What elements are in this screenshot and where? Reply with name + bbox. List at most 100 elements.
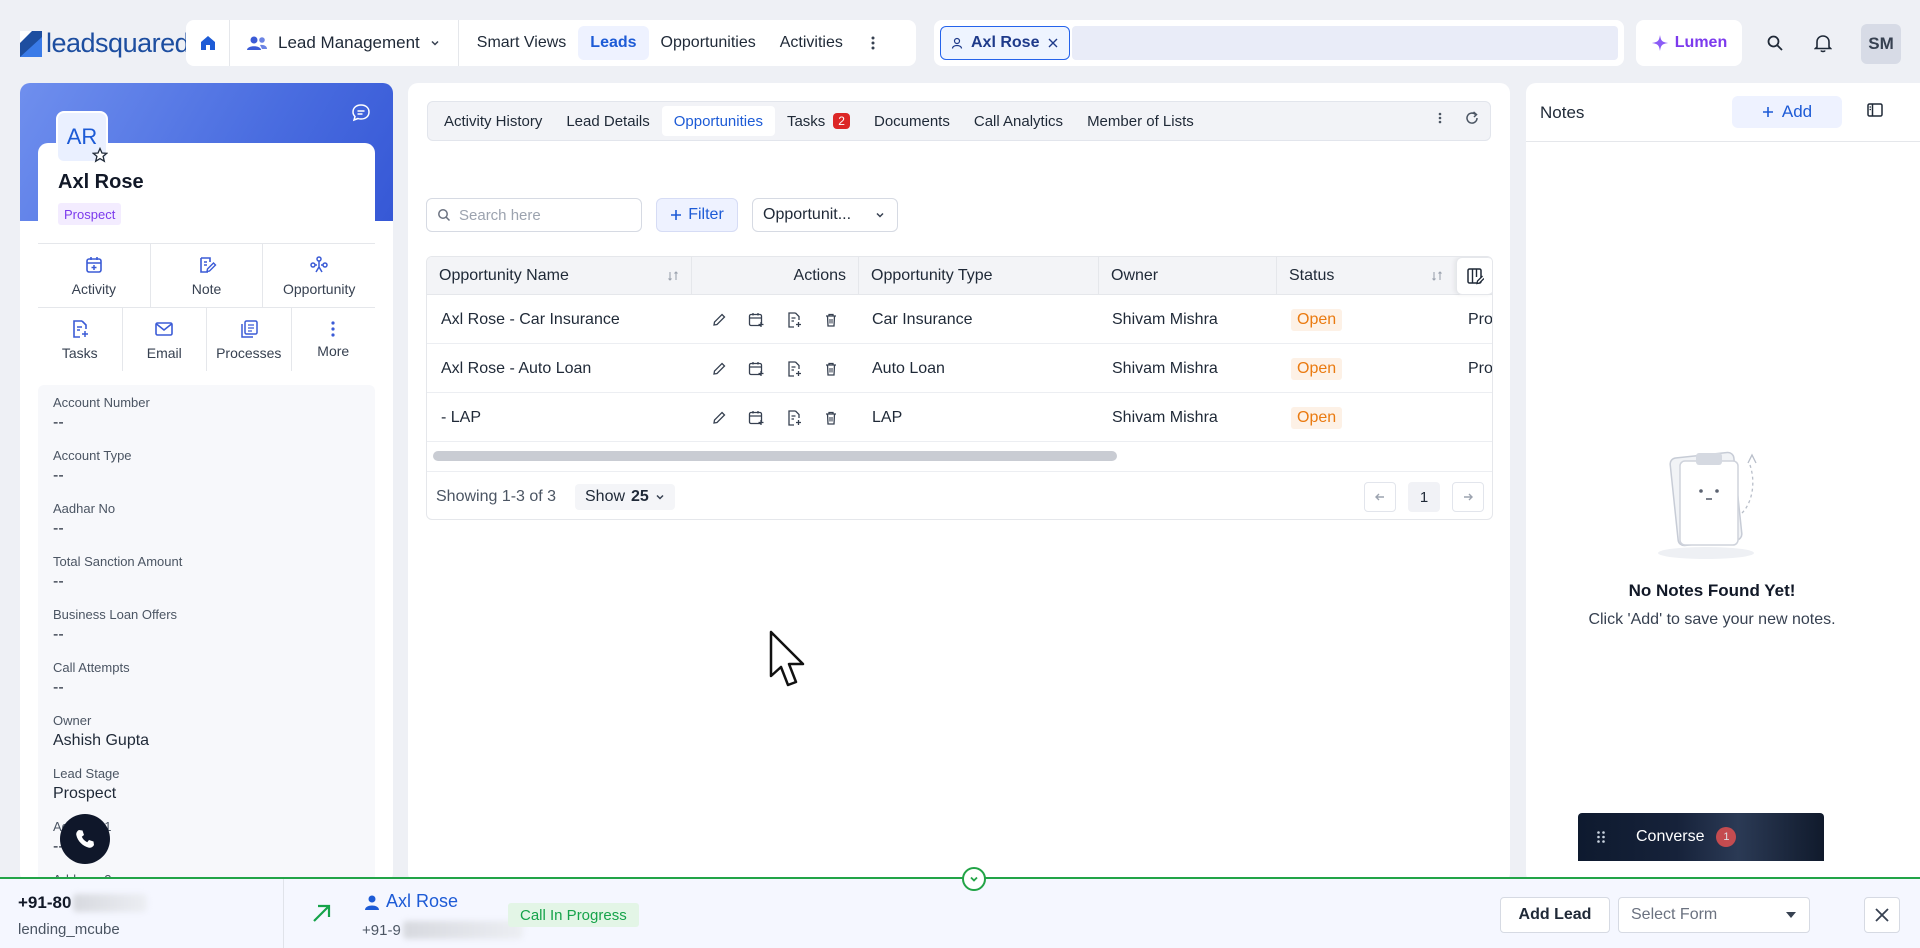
- mouse-cursor-icon: [768, 630, 812, 692]
- add-note-button[interactable]: Note: [151, 244, 264, 307]
- task-add-icon[interactable]: [785, 311, 803, 329]
- user-avatar[interactable]: SM: [1861, 24, 1901, 64]
- status-badge: Open: [1291, 357, 1343, 380]
- quick-actions-row: Tasks Email Processes More: [38, 307, 375, 371]
- filter-label: Filter: [688, 206, 724, 223]
- empty-clipboard-icon: [1644, 443, 1794, 563]
- tab-opportunities[interactable]: Opportunities: [661, 106, 775, 136]
- opportunity-type-select[interactable]: Opportunit...: [752, 198, 898, 232]
- add-note-label: Add: [1781, 102, 1813, 121]
- col-status[interactable]: Status: [1277, 257, 1455, 295]
- drag-handle-icon[interactable]: [1596, 830, 1606, 844]
- caller-name-link[interactable]: Axl Rose: [364, 891, 458, 912]
- edit-icon[interactable]: [711, 410, 727, 426]
- processes-button[interactable]: Processes: [207, 308, 292, 371]
- column-settings-button[interactable]: [1456, 257, 1492, 295]
- task-add-icon[interactable]: [785, 409, 803, 427]
- close-icon[interactable]: [1047, 37, 1059, 49]
- current-page[interactable]: 1: [1408, 482, 1440, 512]
- field-total-sanction-amount: Total Sanction Amount --: [53, 554, 183, 590]
- tab-activity-history[interactable]: Activity History: [432, 106, 554, 136]
- opportunity-name[interactable]: Axl Rose - Car Insurance: [441, 295, 620, 344]
- nav-activities[interactable]: Activities: [768, 26, 855, 60]
- open-tab-axl-rose[interactable]: Axl Rose: [940, 26, 1071, 60]
- chat-button[interactable]: [351, 103, 371, 123]
- delete-icon[interactable]: [823, 312, 839, 328]
- more-actions-button[interactable]: More: [292, 308, 376, 371]
- converse-widget[interactable]: Converse 1: [1578, 813, 1824, 861]
- lumen-button[interactable]: Lumen: [1636, 20, 1742, 66]
- prev-page-button[interactable]: [1364, 482, 1396, 512]
- select-form-value: Select Form: [1631, 906, 1718, 923]
- collapse-panel-button[interactable]: [1866, 101, 1884, 119]
- delete-icon[interactable]: [823, 410, 839, 426]
- tab-member-of-lists[interactable]: Member of Lists: [1075, 106, 1206, 136]
- lead-fields: Account Number -- Account Type -- Aadhar N…: [38, 385, 375, 883]
- add-opportunity-button[interactable]: Opportunity: [263, 244, 375, 307]
- col-owner[interactable]: Owner: [1099, 257, 1277, 295]
- opportunity-name[interactable]: - LAP: [441, 393, 481, 442]
- call-status-badge: Call In Progress: [508, 903, 639, 927]
- add-task-button[interactable]: Tasks: [38, 308, 123, 371]
- table-row[interactable]: Axl Rose - Car Insurance Car Insurance S…: [427, 295, 1492, 344]
- calendar-add-icon[interactable]: [747, 409, 765, 427]
- col-opportunity-name[interactable]: Opportunity Name: [427, 257, 692, 295]
- kebab-icon[interactable]: [1438, 110, 1442, 126]
- action-label: Tasks: [61, 344, 98, 361]
- search-input[interactable]: [459, 206, 629, 224]
- sort-icon[interactable]: [1431, 270, 1443, 282]
- notifications-button[interactable]: [1804, 24, 1842, 62]
- filter-button[interactable]: Filter: [656, 198, 738, 232]
- nav-opportunities[interactable]: Opportunities: [649, 26, 768, 60]
- edit-icon[interactable]: [711, 361, 727, 377]
- nav-smart-views[interactable]: Smart Views: [465, 26, 579, 60]
- status-cell: Open: [1291, 344, 1343, 393]
- edit-icon[interactable]: [711, 312, 727, 328]
- phone-icon: [76, 830, 94, 848]
- show-label: Show: [585, 488, 626, 505]
- calendar-add-icon[interactable]: [747, 360, 765, 378]
- field-aadhar-no: Aadhar No --: [53, 501, 116, 537]
- send-email-button[interactable]: Email: [123, 308, 207, 371]
- phone-call-button[interactable]: [60, 814, 110, 864]
- refresh-icon[interactable]: [1464, 110, 1480, 126]
- logo-text: leadsquared: [46, 28, 190, 58]
- table-row[interactable]: - LAP LAP Shivam Mishra Open: [427, 393, 1492, 442]
- app-switcher[interactable]: Lead Management: [230, 20, 459, 66]
- chevron-down-icon: [876, 212, 884, 218]
- next-page-button[interactable]: [1452, 482, 1484, 512]
- col-opportunity-type[interactable]: Opportunity Type: [859, 257, 1099, 295]
- horizontal-scrollbar[interactable]: [433, 451, 1117, 461]
- person-icon: [365, 895, 379, 910]
- page-size-select[interactable]: Show 25: [575, 484, 675, 510]
- home-button[interactable]: [186, 20, 230, 66]
- collapse-call-bar-button[interactable]: [962, 867, 986, 891]
- add-activity-button[interactable]: Activity: [38, 244, 151, 307]
- sort-icon[interactable]: [667, 270, 679, 282]
- open-tabs-strip: Axl Rose: [934, 20, 1624, 66]
- calendar-add-icon[interactable]: [747, 311, 765, 329]
- opportunity-name[interactable]: Axl Rose - Auto Loan: [441, 344, 591, 393]
- close-call-bar-button[interactable]: [1864, 897, 1900, 933]
- tab-tasks[interactable]: Tasks 2: [775, 106, 862, 136]
- tab-documents[interactable]: Documents: [862, 106, 962, 136]
- app-logo[interactable]: leadsquared: [20, 28, 190, 59]
- tab-call-analytics[interactable]: Call Analytics: [962, 106, 1075, 136]
- favorite-button[interactable]: [92, 147, 108, 163]
- tab-lead-details[interactable]: Lead Details: [554, 106, 661, 136]
- table-row[interactable]: Axl Rose - Auto Loan Auto Loan Shivam Mi…: [427, 344, 1492, 393]
- nav-leads[interactable]: Leads: [578, 26, 649, 60]
- showing-count: Showing 1-3 of 3: [436, 488, 557, 505]
- row-actions: [711, 393, 839, 442]
- field-owner: Owner Ashish Gupta: [53, 713, 150, 749]
- table-header: Opportunity Name Actions Opportunity Typ…: [427, 257, 1492, 295]
- task-add-icon[interactable]: [785, 360, 803, 378]
- add-note-button[interactable]: Add: [1732, 96, 1842, 128]
- page-size-value: 25: [631, 488, 649, 505]
- delete-icon[interactable]: [823, 361, 839, 377]
- select-form-dropdown[interactable]: Select Form: [1618, 897, 1810, 933]
- search-button[interactable]: [1756, 24, 1794, 62]
- nav-more-button[interactable]: [855, 35, 891, 51]
- opportunity-type-value: Opportunit...: [763, 206, 852, 223]
- add-lead-button[interactable]: Add Lead: [1500, 897, 1610, 933]
